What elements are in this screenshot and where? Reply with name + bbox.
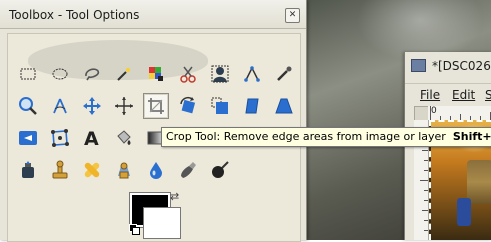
move-icon[interactable] [79, 93, 105, 119]
menu-edit-label: Edit [452, 88, 476, 102]
crop-tool-tooltip: Crop Tool: Remove edge areas from image … [161, 127, 491, 147]
menu-file-label: File [420, 88, 441, 102]
menu-select-label: S [485, 88, 491, 102]
perspective-icon[interactable] [271, 93, 297, 119]
image-menubar: File Edit S [405, 83, 491, 104]
dodge-burn-icon[interactable] [207, 157, 233, 183]
perspective-clone-icon[interactable] [111, 157, 137, 183]
menu-file[interactable]: File [420, 88, 440, 102]
image-window-title[interactable]: *[DSC0262 [432, 59, 491, 73]
text-icon[interactable]: A [79, 125, 105, 151]
heal-icon[interactable] [79, 157, 105, 183]
zoom-icon[interactable] [15, 93, 41, 119]
swap-colors-icon[interactable]: ⇄ [170, 190, 179, 203]
foreground-select-icon[interactable] [207, 61, 233, 87]
paths-icon[interactable] [239, 61, 265, 87]
default-colors-icon[interactable] [129, 224, 140, 235]
clone-icon[interactable] [47, 157, 73, 183]
scale-icon[interactable] [207, 93, 233, 119]
scissors-select-icon[interactable] [175, 61, 201, 87]
rect-select-icon[interactable] [15, 61, 41, 87]
align-icon[interactable] [111, 93, 137, 119]
free-select-icon[interactable] [79, 61, 105, 87]
toolbox-window: Toolbox - Tool Options ✕ A ⇄ [0, 0, 307, 242]
fuzzy-select-icon[interactable] [111, 61, 137, 87]
background-color-swatch[interactable] [143, 207, 181, 239]
image-window-icon [411, 59, 426, 72]
blur-icon[interactable] [143, 157, 169, 183]
menu-select[interactable]: S [485, 88, 491, 102]
measure-icon[interactable] [47, 93, 73, 119]
tooltip-shortcut: Shift+C [452, 130, 491, 143]
crop-icon[interactable] [143, 93, 169, 119]
ellipse-select-icon[interactable] [47, 61, 73, 87]
ruler-start-label: 0 [431, 106, 437, 116]
ink-icon[interactable] [15, 157, 41, 183]
svg-text:A: A [84, 128, 99, 148]
select-by-color-icon[interactable] [143, 61, 169, 87]
toolbox-title: Toolbox - Tool Options [9, 8, 140, 22]
tooltip-text: Crop Tool: Remove edge areas from image … [166, 130, 446, 143]
flip-icon[interactable] [15, 125, 41, 151]
cage-transform-icon[interactable] [47, 125, 73, 151]
color-picker-icon[interactable] [271, 61, 297, 87]
toolbox-titlebar[interactable]: Toolbox - Tool Options ✕ [0, 0, 306, 29]
bucket-fill-icon[interactable] [111, 125, 137, 151]
rotate-icon[interactable] [175, 93, 201, 119]
shear-icon[interactable] [239, 93, 265, 119]
smudge-icon[interactable] [175, 157, 201, 183]
close-icon[interactable]: ✕ [285, 8, 300, 23]
horizontal-ruler[interactable]: 0 [428, 106, 491, 121]
menu-edit[interactable]: Edit [452, 88, 475, 102]
